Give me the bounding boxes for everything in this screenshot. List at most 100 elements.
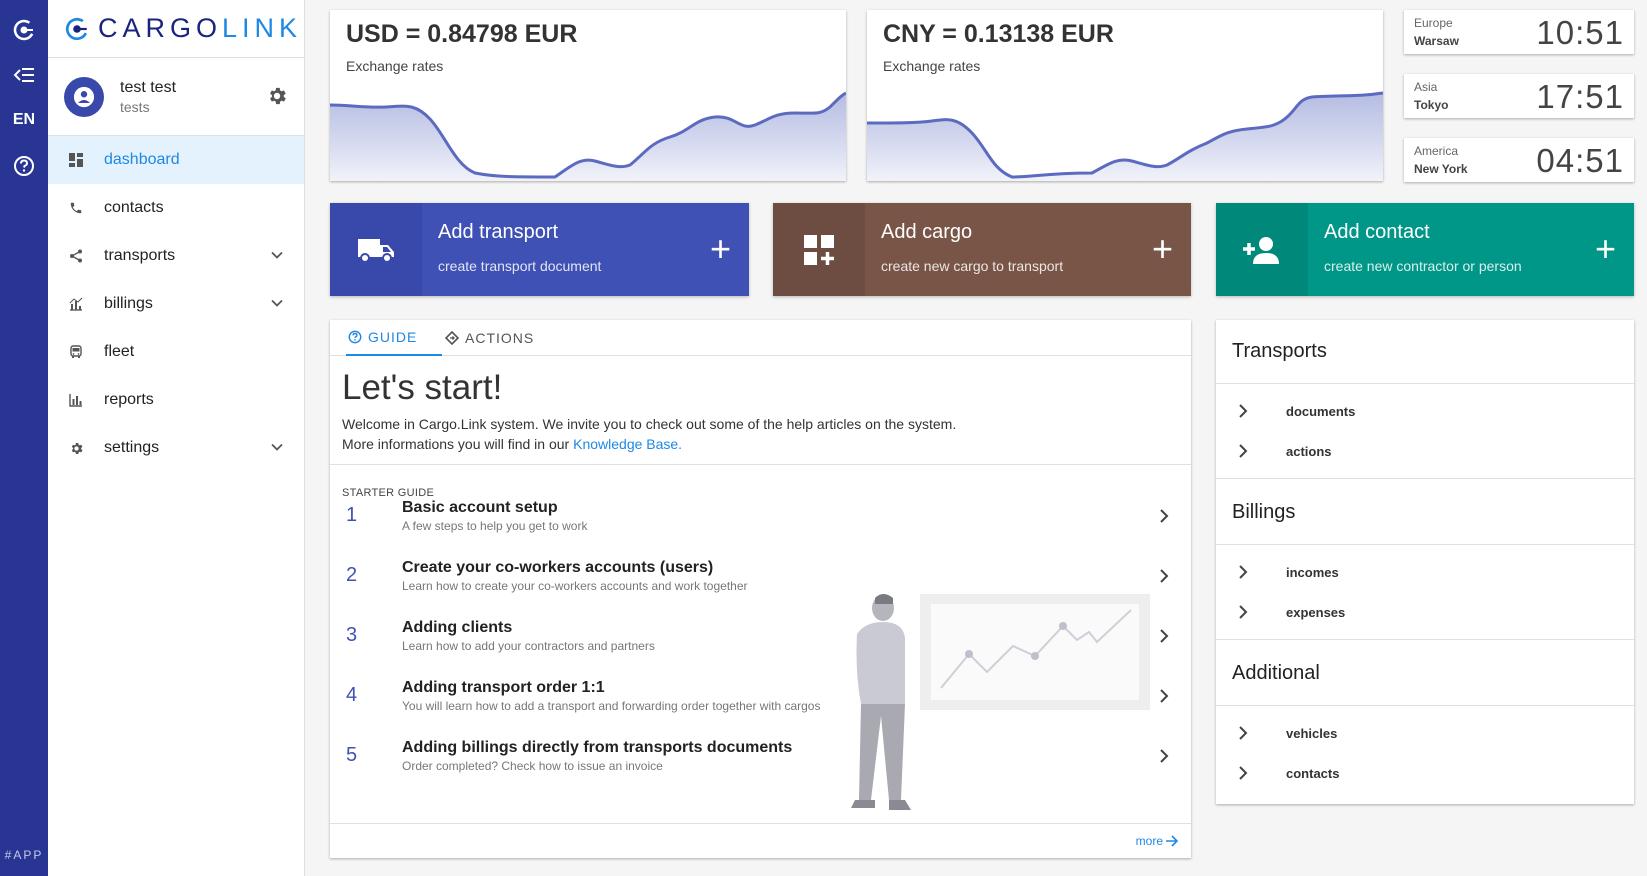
clock-city: New York xyxy=(1414,162,1468,176)
add-cargo-icon xyxy=(773,203,865,296)
intro-line-2: More informations you will find in our K… xyxy=(342,436,683,452)
clock-city: Warsaw xyxy=(1414,34,1459,48)
divider xyxy=(330,823,1191,824)
link-vehicles[interactable]: vehicles xyxy=(1216,714,1634,752)
guide-step-2[interactable]: 2 Create your co-workers accounts (users… xyxy=(330,555,1191,605)
step-title: Adding transport order 1:1 xyxy=(402,679,605,696)
guide-heading: Let's start! xyxy=(342,368,503,407)
nav-settings[interactable]: settings xyxy=(48,424,304,472)
guide-step-1[interactable]: 1 Basic account setup A few steps to hel… xyxy=(330,495,1191,545)
user-panel: test test tests xyxy=(48,58,304,136)
main-nav: dashboard contacts transports billings f… xyxy=(48,136,304,472)
action-title: Add cargo xyxy=(881,221,973,243)
step-subtitle: Order completed? Check how to issue an i… xyxy=(402,759,663,773)
nav-dashboard[interactable]: dashboard xyxy=(48,136,304,184)
exchange-rate-card-usd: USD = 0.84798 EUR Exchange rates xyxy=(330,10,846,181)
brand-name: CARGOLINK xyxy=(98,13,303,43)
clock-region: America xyxy=(1414,144,1459,158)
chevron-right-icon xyxy=(1236,725,1250,746)
brand-logo[interactable]: CARGOLINK xyxy=(48,0,304,58)
link-incomes[interactable]: incomes xyxy=(1216,553,1634,591)
rate-label: Exchange rates xyxy=(346,58,444,74)
more-label: more xyxy=(1135,834,1163,848)
section-title-transports: Transports xyxy=(1232,340,1327,362)
step-title: Adding clients xyxy=(402,619,513,636)
section-title-additional: Additional xyxy=(1232,662,1320,684)
nav-fleet[interactable]: fleet xyxy=(48,328,304,376)
link-documents[interactable]: documents xyxy=(1216,392,1634,430)
action-subtitle: create new contractor or person xyxy=(1324,258,1522,274)
nav-label: transports xyxy=(104,247,176,264)
nav-reports[interactable]: reports xyxy=(48,376,304,424)
plus-icon: + xyxy=(709,228,731,269)
phone-icon xyxy=(68,200,84,216)
divider xyxy=(1216,639,1634,640)
sidebar: CARGOLINK test test tests dashboard cont… xyxy=(48,0,305,876)
add-contact-button[interactable]: Add contact create new contractor or per… xyxy=(1216,203,1634,296)
add-transport-button[interactable]: Add transport create transport document … xyxy=(330,203,749,296)
guide-step-3[interactable]: 3 Adding clients Learn how to add your c… xyxy=(330,615,1191,665)
link-contacts[interactable]: contacts xyxy=(1216,754,1634,792)
chevron-right-icon xyxy=(1236,765,1250,786)
nav-label: billings xyxy=(104,295,153,312)
nav-label: contacts xyxy=(104,199,164,216)
chevron-down-icon xyxy=(270,296,284,315)
divider xyxy=(1216,478,1634,479)
nav-transports[interactable]: transports xyxy=(48,232,304,280)
divider xyxy=(1216,544,1634,545)
nav-label: fleet xyxy=(104,343,135,360)
guide-tabs: GUIDE ACTIONS xyxy=(330,320,1191,356)
app-logo-icon[interactable] xyxy=(0,10,48,50)
billing-chart-icon xyxy=(68,296,84,312)
link-label: incomes xyxy=(1286,565,1339,580)
nav-billings[interactable]: billings xyxy=(48,280,304,328)
guide-step-4[interactable]: 4 Adding transport order 1:1 You will le… xyxy=(330,675,1191,725)
guide-step-5[interactable]: 5 Adding billings directly from transpor… xyxy=(330,735,1191,785)
avatar[interactable] xyxy=(64,76,104,117)
share-icon xyxy=(68,248,84,264)
add-cargo-button[interactable]: Add cargo create new cargo to transport … xyxy=(773,203,1191,296)
tab-actions[interactable]: ACTIONS xyxy=(445,320,545,356)
clock-time: 04:51 xyxy=(1536,142,1624,179)
language-switch[interactable]: EN xyxy=(0,100,48,140)
action-title: Add contact xyxy=(1324,221,1430,243)
nav-contacts[interactable]: contacts xyxy=(48,184,304,232)
cny-rate-sparkline xyxy=(867,91,1383,181)
step-title: Basic account setup xyxy=(402,499,558,516)
user-company: tests xyxy=(120,98,150,115)
nav-label: dashboard xyxy=(104,151,180,168)
link-actions[interactable]: actions xyxy=(1216,432,1634,470)
help-icon[interactable] xyxy=(0,146,48,186)
action-title: Add transport xyxy=(438,221,559,243)
link-expenses[interactable]: expenses xyxy=(1216,593,1634,631)
clock-time: 10:51 xyxy=(1536,14,1624,51)
nav-label: settings xyxy=(104,439,160,456)
step-number: 2 xyxy=(346,564,358,586)
collapse-menu-icon[interactable] xyxy=(0,55,48,95)
exchange-rate-card-cny: CNY = 0.13138 EUR Exchange rates xyxy=(867,10,1383,181)
chevron-right-icon xyxy=(1157,567,1171,590)
knowledge-base-link[interactable]: Knowledge Base. xyxy=(573,436,682,452)
step-subtitle: You will learn how to add a transport an… xyxy=(402,699,821,713)
tab-guide[interactable]: GUIDE xyxy=(346,320,442,356)
link-label: expenses xyxy=(1286,605,1346,620)
plus-icon: + xyxy=(1594,228,1616,269)
step-subtitle: Learn how to add your contractors and pa… xyxy=(402,639,655,653)
chevron-right-icon xyxy=(1236,604,1250,625)
step-number: 4 xyxy=(346,684,358,706)
quick-links-panel: Transports documents actions Billings in… xyxy=(1216,320,1634,804)
clock-new-york: America New York 04:51 xyxy=(1404,138,1634,182)
step-number: 3 xyxy=(346,624,358,646)
section-title-billings: Billings xyxy=(1232,501,1296,523)
clock-time: 17:51 xyxy=(1536,78,1624,115)
chevron-right-icon xyxy=(1236,403,1250,424)
diamond-icon xyxy=(445,331,459,345)
action-subtitle: create new cargo to transport xyxy=(881,258,1064,274)
more-link[interactable]: more xyxy=(1136,834,1179,848)
app-rail: EN #APP xyxy=(0,0,48,876)
clock-warsaw: Europe Warsaw 10:51 xyxy=(1404,10,1634,54)
user-settings-gear-icon[interactable] xyxy=(266,85,288,112)
link-label: documents xyxy=(1286,404,1356,419)
intro-line-1: Welcome in Cargo.Link system. We invite … xyxy=(342,416,957,432)
add-person-icon xyxy=(1216,203,1308,296)
